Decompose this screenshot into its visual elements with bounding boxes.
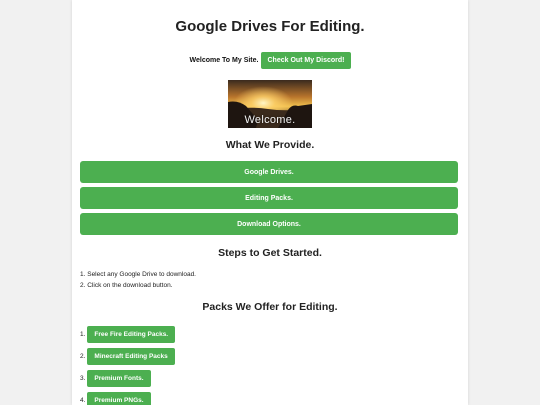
list-item: 2. Minecraft Editing Packs <box>80 347 175 365</box>
provide-heading: What We Provide. <box>225 139 315 151</box>
step-text: Click on the download button. <box>87 282 173 289</box>
welcome-text: Welcome To My Site. <box>189 56 259 64</box>
minecraft-packs-button[interactable]: Minecraft Editing Packs <box>87 347 175 365</box>
pack-number: 1. <box>80 330 86 338</box>
editing-packs-button[interactable]: Editing Packs. <box>80 187 458 209</box>
pack-number: 2. <box>80 352 86 360</box>
download-options-button[interactable]: Download Options. <box>80 213 458 235</box>
premium-fonts-button[interactable]: Premium Fonts. <box>87 369 151 387</box>
pack-number: 3. <box>80 374 86 382</box>
free-fire-packs-button[interactable]: Free Fire Editing Packs. <box>87 325 176 343</box>
steps-heading: Steps to Get Started. <box>218 247 322 259</box>
list-item: 2. Click on the download button. <box>80 280 440 291</box>
list-item: 1. Select any Google Drive to download. <box>80 269 440 280</box>
pack-number: 4. <box>80 396 86 404</box>
discord-button[interactable]: Check Out My Discord! <box>261 51 351 69</box>
main-container: Google Drives For Editing. Welcome To My… <box>72 0 468 405</box>
step-number: 2. <box>80 282 86 289</box>
welcome-banner-image: Welcome. <box>228 80 312 128</box>
google-drives-button[interactable]: Google Drives. <box>80 161 458 183</box>
list-item: 3. Premium Fonts. <box>80 369 151 387</box>
welcome-row: Welcome To My Site. Check Out My Discord… <box>72 51 468 69</box>
steps-list: 1. Select any Google Drive to download. … <box>80 269 440 291</box>
step-number: 1. <box>80 271 86 278</box>
list-item: 4. Premium PNGs. <box>80 391 151 405</box>
step-text: Select any Google Drive to download. <box>87 271 196 278</box>
premium-pngs-button[interactable]: Premium PNGs. <box>87 391 151 405</box>
packs-heading: Packs We Offer for Editing. <box>202 301 338 313</box>
banner-caption: Welcome. <box>244 114 296 126</box>
page-title: Google Drives For Editing. <box>175 18 365 35</box>
list-item: 1. Free Fire Editing Packs. <box>80 325 176 343</box>
